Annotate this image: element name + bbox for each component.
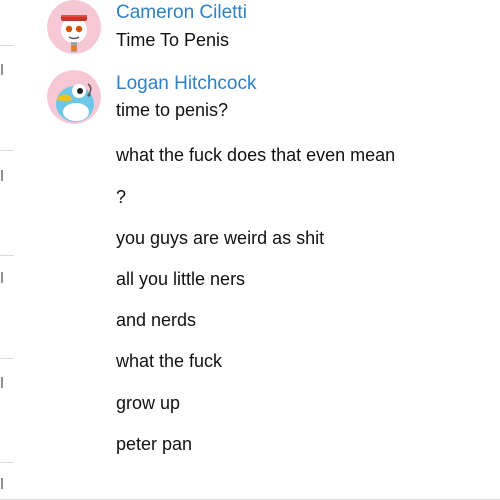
chat-list-item-fragment[interactable] (1, 64, 3, 75)
message-text: what the fuck does that even mean (116, 145, 396, 165)
chat-list-edge (0, 0, 14, 500)
message-text: you guys are weird as shit (116, 228, 325, 248)
cartoon-character-avatar-icon[interactable] (47, 0, 101, 54)
message-text: and nerds (116, 310, 197, 330)
chat-list-item-fragment[interactable] (1, 478, 3, 489)
message-text: what the fuck (116, 351, 223, 371)
message-text: peter pan (116, 434, 193, 454)
chat-list-item-fragment[interactable] (1, 170, 3, 181)
chat-list-divider (0, 462, 14, 463)
chat-list-divider (0, 255, 14, 256)
chat-list-divider (0, 358, 14, 359)
cartoon-bird-avatar-icon[interactable] (47, 70, 101, 124)
chat-list-item-fragment[interactable] (1, 272, 3, 283)
message-text: time to penis? (116, 100, 229, 120)
message-text: grow up (116, 393, 181, 413)
sender-name[interactable]: Cameron Ciletti (116, 2, 247, 24)
sender-name[interactable]: Logan Hitchcock (116, 73, 256, 95)
message-text: all you little ners (116, 269, 246, 289)
chat-list-divider (0, 150, 14, 151)
chat-list-item-fragment[interactable] (1, 377, 3, 388)
message-text: Time To Penis (116, 30, 230, 50)
chat-list-divider (0, 45, 14, 46)
message-text: ? (116, 187, 127, 207)
